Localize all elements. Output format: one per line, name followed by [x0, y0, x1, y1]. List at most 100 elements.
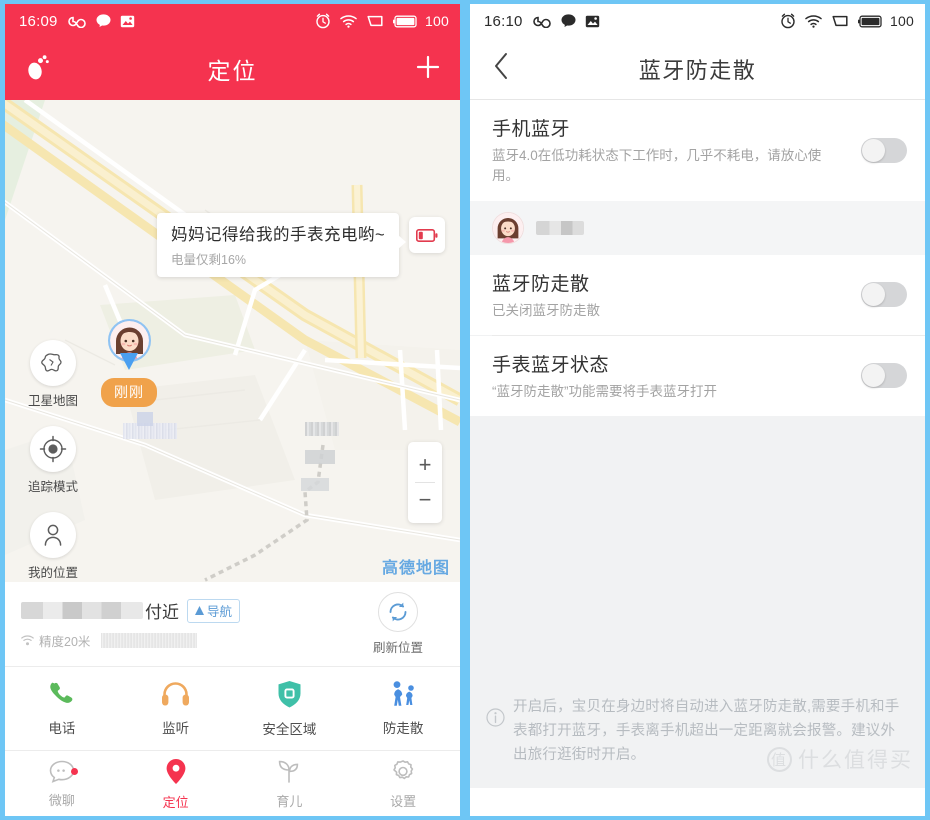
battery-icon: [393, 15, 419, 28]
zoom-out-button[interactable]: −: [408, 483, 442, 517]
toggle-knob: [862, 364, 885, 388]
girl-avatar-icon: [492, 211, 524, 244]
address-line: 付近 导航: [21, 598, 352, 623]
pin-tail: [120, 353, 138, 370]
action-anti-lost[interactable]: 防走散: [346, 680, 460, 737]
address-row: 付近 导航 精度20米 刷新位置: [5, 582, 460, 667]
callout-subtitle: 电量仅剩16%: [171, 253, 247, 267]
action-phone[interactable]: 电话: [5, 680, 119, 737]
info-icon: [486, 708, 505, 768]
toggle-knob: [862, 283, 885, 307]
last-update-badge: 刚刚: [101, 378, 157, 407]
tab-parenting-label: 育儿: [276, 793, 303, 809]
child-location-pin[interactable]: [108, 319, 151, 371]
map-provider-logo: 高德地图: [381, 560, 450, 577]
wifi-icon: [340, 14, 357, 28]
wifi-small-icon: [21, 634, 34, 645]
phone-icon: [50, 682, 73, 703]
tab-location[interactable]: 定位: [119, 758, 233, 811]
tab-location-label: 定位: [162, 794, 189, 810]
action-phone-label: 电话: [48, 721, 76, 736]
device-name-mosaic: [536, 220, 584, 235]
my-location-button[interactable]: 我的位置: [27, 512, 79, 581]
right-app-bar: 蓝牙防走散: [470, 38, 925, 100]
location-pin-icon: [166, 758, 186, 784]
tab-chat-label: 微聊: [48, 792, 75, 808]
shield-icon: [278, 680, 301, 707]
row-bluetooth-antilost-sub: 已关闭蓝牙防走散: [492, 302, 600, 318]
chat-unread-badge: [70, 767, 78, 775]
tab-chat[interactable]: 微聊: [5, 760, 119, 809]
callout-title: 妈妈记得给我的手表充电哟~: [171, 226, 386, 244]
satellite-map-icon: [30, 340, 76, 386]
alarm-clock-icon: [780, 13, 796, 29]
refresh-icon: [378, 592, 418, 632]
family-icon: [393, 681, 414, 706]
image-icon: [585, 15, 600, 28]
map-control-group: 卫星地图 追踪模式 我的位置: [27, 340, 79, 582]
site-watermark: 值 什么值得买: [767, 744, 913, 774]
zoom-in-button[interactable]: +: [408, 448, 442, 482]
row-phone-bluetooth-title: 手机蓝牙: [492, 119, 571, 140]
address-info: 付近 导航 精度20米: [21, 598, 352, 650]
map-zoom-control[interactable]: + −: [408, 442, 442, 523]
page-title: 定位: [207, 58, 258, 84]
device-row[interactable]: [470, 200, 925, 255]
target-icon: [30, 426, 76, 472]
chevron-left-icon[interactable]: [470, 51, 510, 86]
refresh-location-label: 刷新位置: [372, 641, 423, 655]
row-phone-bluetooth[interactable]: 手机蓝牙 蓝牙4.0在低功耗状态下工作时，几乎不耗电，请放心使用。: [470, 100, 925, 201]
tab-parenting[interactable]: 育儿: [233, 759, 347, 810]
tab-settings[interactable]: 设置: [346, 758, 460, 810]
address-nearby-label: 付近: [145, 603, 179, 622]
plus-icon[interactable]: [414, 53, 442, 86]
status-time-right: 16:10: [484, 12, 523, 30]
row-watch-bluetooth-status-title: 手表蓝牙状态: [492, 354, 610, 376]
status-bar-left: 16:09 100: [5, 4, 460, 38]
satellite-map-label: 卫星地图: [27, 394, 78, 408]
headphone-icon: [162, 681, 190, 705]
left-phone-screen: 16:09 100 定位 妈妈记得给我的手表充电哟~ 电量仅剩16% 刚刚 卫星…: [5, 4, 460, 816]
infinity-icon: [532, 15, 552, 28]
signal-icon: [831, 14, 849, 28]
tracking-mode-button[interactable]: 追踪模式: [27, 426, 79, 495]
image-icon: [120, 15, 135, 28]
bottom-tab-bar: 微聊 定位 育儿 设置: [5, 751, 460, 816]
low-battery-icon[interactable]: [409, 217, 445, 253]
action-safe-zone-label: 安全区域: [262, 721, 317, 737]
toggle-knob: [862, 138, 885, 162]
navigate-arrow-icon: [195, 605, 204, 615]
status-bar-right-left-group: 16:10: [484, 13, 600, 30]
right-phone-screen: 16:10 100 蓝牙防走散 手机蓝牙 蓝牙4.0在低功耗状态下工作时，几乎不…: [470, 4, 925, 816]
action-safe-zone[interactable]: 安全区域: [233, 680, 347, 738]
row-bluetooth-antilost-text: 蓝牙防走散 已关闭蓝牙防走散: [492, 269, 861, 321]
satellite-map-button[interactable]: 卫星地图: [27, 340, 79, 409]
toggle-watch-bluetooth-status[interactable]: [861, 363, 907, 389]
row-bluetooth-antilost-title: 蓝牙防走散: [492, 273, 590, 295]
row-bluetooth-antilost[interactable]: 蓝牙防走散 已关闭蓝牙防走散: [470, 254, 925, 335]
settings-panel: 手机蓝牙 蓝牙4.0在低功耗状态下工作时，几乎不耗电，请放心使用。 蓝牙防走散 …: [470, 100, 925, 788]
navigate-button[interactable]: 导航: [187, 598, 241, 623]
map-label-mosaic-4: [305, 450, 335, 464]
map-view[interactable]: 妈妈记得给我的手表充电哟~ 电量仅剩16% 刚刚 卫星地图 追踪模式 我的位置 …: [5, 100, 460, 582]
action-monitor[interactable]: 监听: [119, 681, 233, 737]
toggle-phone-bluetooth[interactable]: [861, 137, 907, 163]
tracking-mode-label: 追踪模式: [27, 480, 78, 494]
map-label-mosaic-2: [137, 412, 153, 426]
chat-bubble-icon: [96, 14, 111, 28]
map-label-mosaic-5: [301, 478, 329, 491]
refresh-location-button[interactable]: 刷新位置: [352, 592, 444, 656]
footprint-icon[interactable]: [23, 53, 49, 86]
status-bar-right-right-group: 100: [780, 13, 914, 29]
navigate-label: 导航: [207, 604, 233, 619]
row-watch-bluetooth-status[interactable]: 手表蓝牙状态 “蓝牙防走散”功能需要将手表蓝牙打开: [470, 335, 925, 416]
wifi-icon: [805, 14, 822, 28]
alarm-clock-icon: [315, 13, 331, 29]
my-location-label: 我的位置: [27, 566, 78, 580]
status-bar-left-group: 16:09: [19, 13, 135, 30]
right-page-title: 蓝牙防走散: [638, 57, 757, 83]
row-phone-bluetooth-text: 手机蓝牙 蓝牙4.0在低功耗状态下工作时，几乎不耗电，请放心使用。: [492, 114, 861, 187]
toggle-bluetooth-antilost[interactable]: [861, 282, 907, 308]
watch-battery-callout[interactable]: 妈妈记得给我的手表充电哟~ 电量仅剩16%: [157, 213, 407, 277]
accuracy-label: 精度20米: [39, 634, 91, 649]
